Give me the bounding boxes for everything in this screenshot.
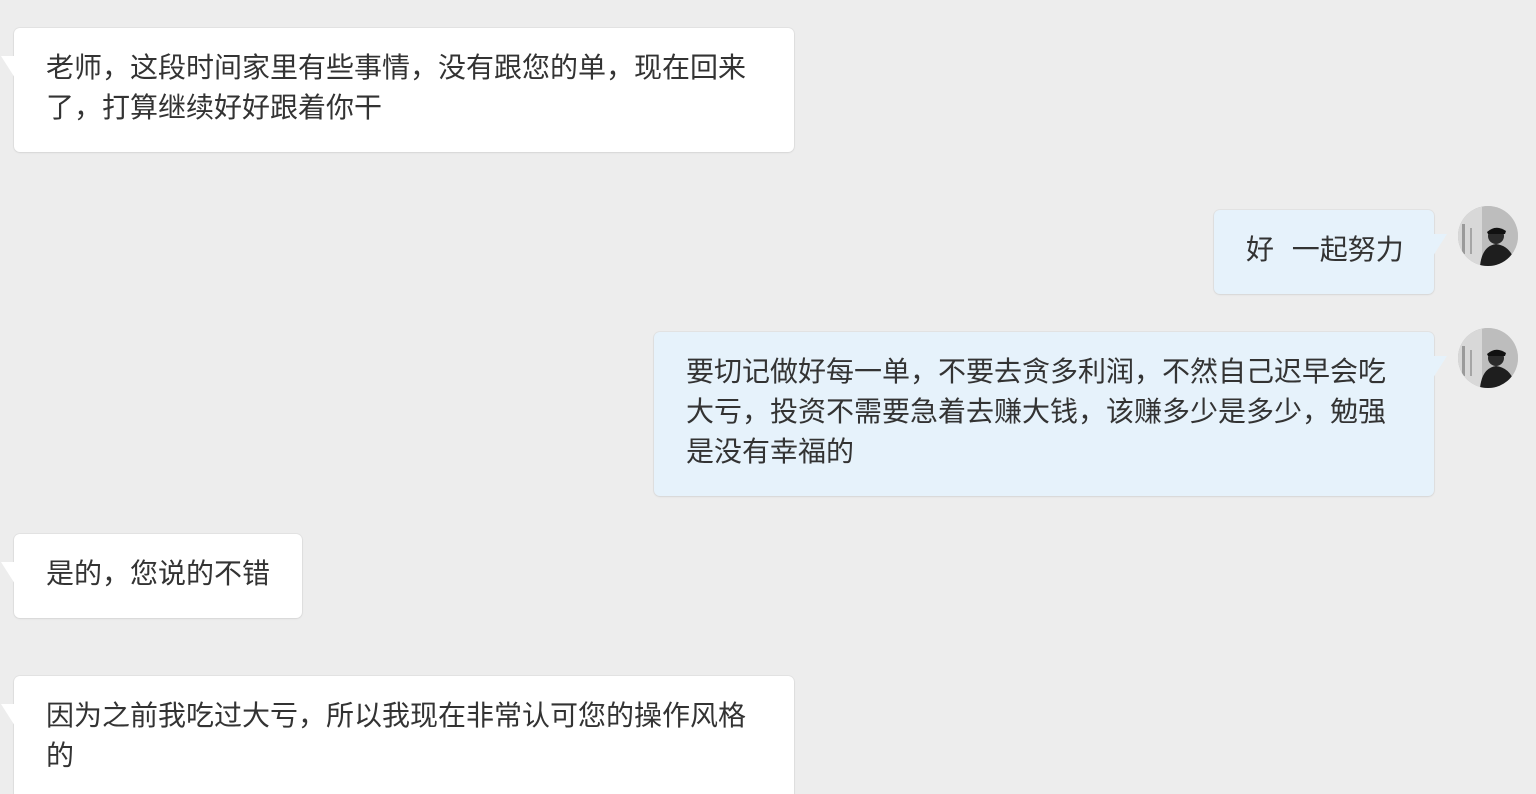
message-text: 是的，您说的不错 (46, 557, 271, 590)
message-bubble-incoming[interactable]: 因为之前我吃过大亏，所以我现在非常认可您的操作风格的 (1, 676, 794, 794)
message-text: 要切记做好每一单，不要去贪多利润，不然自己迟早会吃大亏，投资不需要急着去赚大钱，… (686, 355, 1387, 468)
message-bubble-incoming[interactable]: 是的，您说的不错 (1, 534, 302, 618)
message-bubble-outgoing[interactable]: 要切记做好每一单，不要去贪多利润，不然自己迟早会吃大亏，投资不需要急着去赚大钱，… (654, 332, 1447, 496)
bubble-tail (1433, 356, 1447, 378)
message-text: 好 一起努力 (1246, 233, 1404, 266)
bubble-tail (1433, 234, 1447, 256)
bubble-tail (1, 562, 15, 584)
bubble-tail (1, 56, 15, 78)
user-avatar-icon[interactable] (1458, 206, 1518, 266)
message-text: 老师，这段时间家里有些事情，没有跟您的单，现在回来了，打算继续好好跟着你干 (46, 51, 747, 124)
message-bubble-incoming[interactable]: 老师，这段时间家里有些事情，没有跟您的单，现在回来了，打算继续好好跟着你干 (1, 28, 794, 152)
message-bubble-outgoing[interactable]: 好 一起努力 (1214, 210, 1447, 294)
bubble-tail (1, 704, 15, 726)
user-avatar-icon[interactable] (1458, 328, 1518, 388)
message-text: 因为之前我吃过大亏，所以我现在非常认可您的操作风格的 (46, 699, 747, 772)
chat-window: 老师，这段时间家里有些事情，没有跟您的单，现在回来了，打算继续好好跟着你干 好 … (0, 0, 1536, 794)
